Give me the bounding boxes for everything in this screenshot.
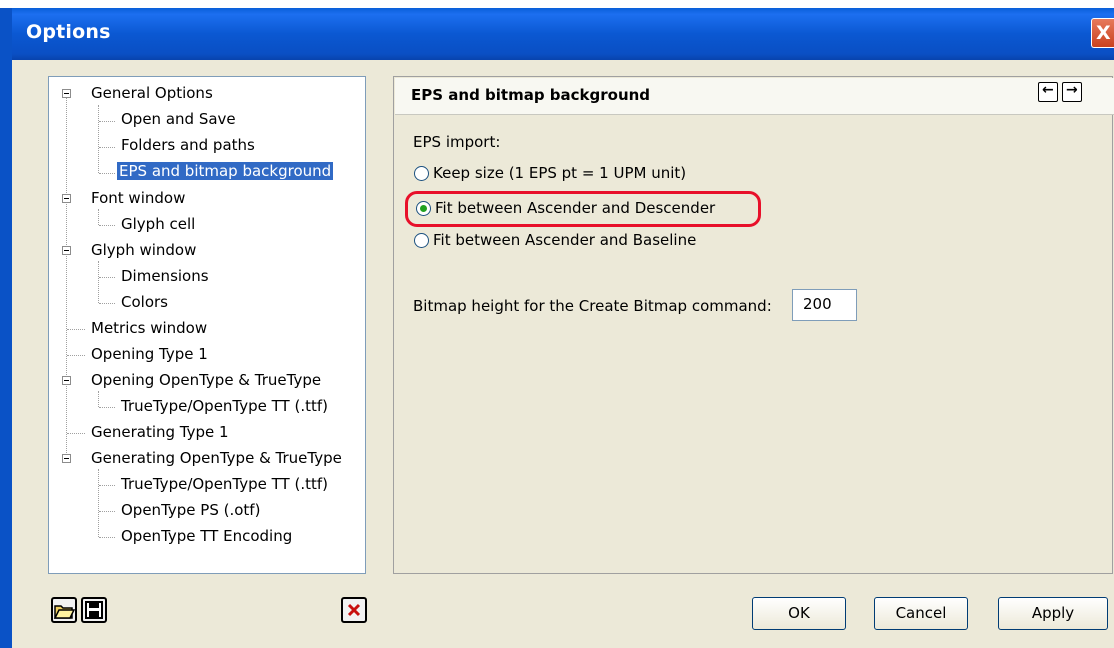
- tree-item-opentype-tt-encoding[interactable]: OpenType TT Encoding: [119, 524, 294, 548]
- tree-line: [99, 121, 115, 122]
- tree-line: [99, 173, 115, 174]
- tree-line: [99, 277, 115, 278]
- tree-item-general-options[interactable]: General Options: [89, 81, 215, 105]
- cancel-button[interactable]: Cancel: [874, 597, 968, 630]
- tree-line: [98, 469, 99, 537]
- tree-line: [99, 407, 115, 408]
- radio-fit-ascender-baseline[interactable]: [414, 233, 429, 248]
- panel-title: EPS and bitmap background: [411, 86, 651, 104]
- tree-item-metrics-window[interactable]: Metrics window: [89, 316, 209, 340]
- highlight-ring: [405, 191, 761, 227]
- tree-item-opening-opentype-truetype[interactable]: Opening OpenType & TrueType: [89, 368, 323, 392]
- radio-fit-ascender-baseline-label[interactable]: Fit between Ascender and Baseline: [433, 231, 696, 249]
- tree-item-glyph-window[interactable]: Glyph window: [89, 238, 198, 262]
- tree-line: [98, 105, 99, 173]
- tree-item-truetype-opentype-tt-ttf[interactable]: TrueType/OpenType TT (.ttf): [119, 394, 330, 418]
- tree-item-glyph-cell[interactable]: Glyph cell: [119, 212, 197, 236]
- collapse-icon[interactable]: [62, 246, 71, 255]
- tree-line: [99, 485, 115, 486]
- folder-open-icon: [53, 605, 76, 619]
- tree-line: [99, 511, 115, 512]
- bitmap-height-value: 200: [803, 295, 832, 313]
- delete-x-icon: [347, 603, 361, 617]
- bitmap-height-input[interactable]: 200: [792, 289, 857, 321]
- forward-button[interactable]: →: [1062, 82, 1082, 102]
- tree-item-colors[interactable]: Colors: [119, 290, 170, 314]
- tree-item-generating-truetype-opentype-tt-ttf[interactable]: TrueType/OpenType TT (.ttf): [119, 472, 330, 496]
- tree-item-open-and-save[interactable]: Open and Save: [119, 107, 238, 131]
- window-frame-left: [0, 8, 12, 648]
- tree-line: [67, 355, 85, 356]
- tree-item-opening-type-1[interactable]: Opening Type 1: [89, 342, 210, 366]
- back-button[interactable]: ←: [1038, 82, 1058, 102]
- settings-panel: [393, 76, 1113, 574]
- tree-item-generating-type-1[interactable]: Generating Type 1: [89, 420, 231, 444]
- tree-line: [99, 147, 115, 148]
- tree-item-eps-and-bitmap-background[interactable]: EPS and bitmap background: [117, 159, 334, 183]
- window-title: Options: [26, 21, 111, 43]
- floppy-save-icon: [85, 601, 103, 619]
- tree-line: [99, 303, 115, 304]
- arrow-right-icon: →: [1066, 82, 1078, 98]
- tree-line: [98, 261, 99, 303]
- bitmap-height-label: Bitmap height for the Create Bitmap comm…: [413, 297, 772, 315]
- open-button[interactable]: [51, 597, 77, 623]
- close-button[interactable]: X: [1091, 18, 1114, 48]
- tree-item-font-window[interactable]: Font window: [89, 186, 187, 210]
- collapse-icon[interactable]: [62, 376, 71, 385]
- save-button[interactable]: [81, 597, 107, 623]
- tree-line: [99, 225, 115, 226]
- options-tree[interactable]: General Options Open and Save Folders an…: [48, 76, 366, 574]
- delete-button[interactable]: [341, 597, 367, 623]
- tree-item-generating-opentype-truetype[interactable]: Generating OpenType & TrueType: [89, 446, 344, 470]
- close-icon: X: [1096, 22, 1111, 44]
- arrow-left-icon: ←: [1042, 82, 1054, 98]
- tree-line: [98, 391, 99, 407]
- tree-item-folders-and-paths[interactable]: Folders and paths: [119, 133, 257, 157]
- options-dialog: Options X General Options Open and Save …: [0, 0, 1114, 648]
- tree-line: [99, 537, 115, 538]
- tree-item-opentype-ps-otf[interactable]: OpenType PS (.otf): [119, 498, 262, 522]
- tree-line: [67, 433, 85, 434]
- tree-line: [67, 329, 85, 330]
- tree-item-dimensions[interactable]: Dimensions: [119, 264, 211, 288]
- radio-keep-size-label[interactable]: Keep size (1 EPS pt = 1 UPM unit): [433, 164, 686, 182]
- radio-keep-size[interactable]: [414, 166, 429, 181]
- tree-line: [66, 93, 67, 453]
- title-bar[interactable]: Options X: [0, 8, 1114, 60]
- collapse-icon[interactable]: [62, 89, 71, 98]
- collapse-icon[interactable]: [62, 194, 71, 203]
- apply-button[interactable]: Apply: [998, 597, 1108, 630]
- ok-button[interactable]: OK: [752, 597, 846, 630]
- panel-header: EPS and bitmap background ← →: [395, 78, 1114, 115]
- tree-line: [98, 209, 99, 225]
- collapse-icon[interactable]: [62, 454, 71, 463]
- eps-import-label: EPS import:: [413, 133, 501, 151]
